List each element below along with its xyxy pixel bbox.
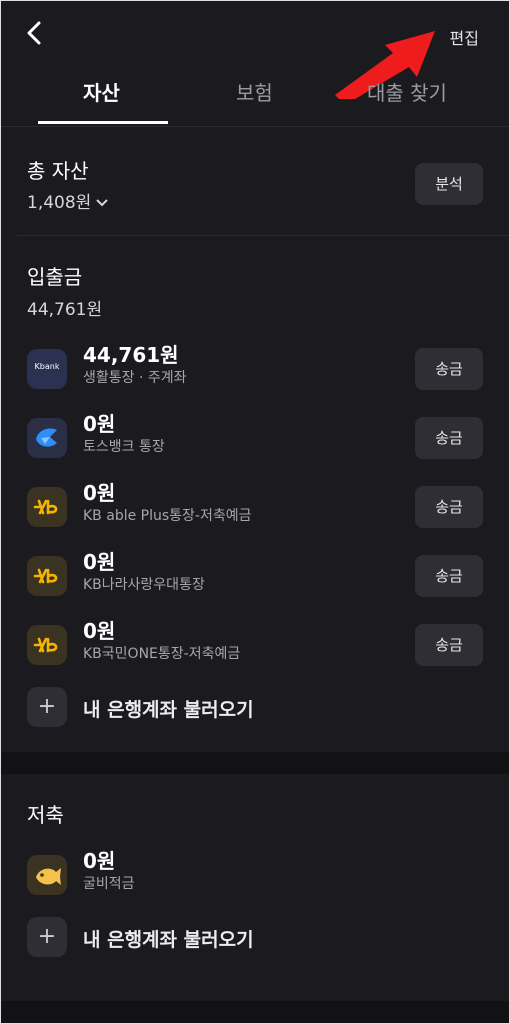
kbank-logo: Kbank xyxy=(27,349,67,389)
back-button[interactable] xyxy=(21,17,49,49)
toss-logo xyxy=(27,418,67,458)
account-amount: 0원 xyxy=(83,550,116,574)
account-row[interactable]: 0원 KB국민ONE통장-저축예금 송금 xyxy=(1,615,509,675)
kb-logo xyxy=(27,625,67,665)
send-button[interactable]: 송금 xyxy=(415,486,483,528)
import-bank-account-button[interactable]: + 내 은행계좌 불러오기 xyxy=(1,685,509,729)
send-button[interactable]: 송금 xyxy=(415,555,483,597)
section-gap xyxy=(1,1001,509,1023)
total-assets-amount[interactable]: 1,408원 xyxy=(27,188,109,213)
deposits-total: 44,761원 xyxy=(27,300,103,320)
app-screen: 편집 자산 보험 대출 찾기 총 자산 1,408원 분석 입출금 44,761… xyxy=(1,1,509,1023)
tabs-divider xyxy=(1,126,509,127)
account-row[interactable]: 0원 토스뱅크 통장 송금 xyxy=(1,408,509,468)
account-amount: 44,761원 xyxy=(83,343,179,367)
kb-star-icon xyxy=(33,637,58,653)
account-amount: 0원 xyxy=(83,619,116,643)
chevron-left-icon xyxy=(27,21,41,45)
account-row[interactable]: 0원 굴비적금 xyxy=(1,845,509,905)
section-gap xyxy=(1,752,509,774)
account-name: 토스뱅크 통장 xyxy=(83,439,165,455)
account-row[interactable]: 0원 KB나라사랑우대통장 송금 xyxy=(1,546,509,606)
edit-button[interactable]: 편집 xyxy=(450,25,479,49)
active-tab-indicator xyxy=(38,121,168,124)
account-name: 굴비적금 xyxy=(83,876,135,892)
total-assets-title: 총 자산 xyxy=(27,159,89,183)
fish-logo xyxy=(27,855,67,895)
account-amount: 0원 xyxy=(83,412,116,436)
send-button[interactable]: 송금 xyxy=(415,348,483,390)
savings-title: 저축 xyxy=(27,803,64,827)
kb-logo xyxy=(27,556,67,596)
account-name: KB able Plus통장-저축예금 xyxy=(83,508,252,524)
total-amount-value: 1,408원 xyxy=(27,193,92,213)
deposits-title: 입출금 xyxy=(27,265,83,289)
account-name: 생활통장 · 주계좌 xyxy=(83,370,187,386)
account-amount: 0원 xyxy=(83,481,116,505)
import-bank-account-label: 내 은행계좌 불러오기 xyxy=(83,929,254,951)
top-bar: 편집 xyxy=(1,1,509,99)
account-row[interactable]: Kbank 44,761원 생활통장 · 주계좌 송금 xyxy=(1,339,509,399)
analysis-button[interactable]: 분석 xyxy=(415,163,483,205)
tab-assets[interactable]: 자산 xyxy=(83,77,120,106)
toss-icon xyxy=(36,428,57,447)
kb-star-icon xyxy=(33,568,58,584)
send-button[interactable]: 송금 xyxy=(415,624,483,666)
import-bank-account-button[interactable]: + 내 은행계좌 불러오기 xyxy=(1,915,509,959)
kb-star-icon xyxy=(33,499,58,515)
kb-logo xyxy=(27,487,67,527)
account-row[interactable]: 0원 KB able Plus통장-저축예금 송금 xyxy=(1,477,509,537)
chevron-down-icon xyxy=(96,199,109,207)
kbank-logo-text: Kbank xyxy=(34,362,60,371)
account-amount: 0원 xyxy=(83,849,116,873)
tab-insurance[interactable]: 보험 xyxy=(236,77,273,106)
plus-icon: + xyxy=(27,917,67,957)
tab-bar: 자산 보험 대출 찾기 xyxy=(1,63,509,125)
account-name: KB국민ONE통장-저축예금 xyxy=(83,646,241,662)
fish-icon xyxy=(36,868,61,885)
import-bank-account-label: 내 은행계좌 불러오기 xyxy=(83,699,254,721)
tab-loan-search[interactable]: 대출 찾기 xyxy=(367,77,447,106)
plus-icon: + xyxy=(27,687,67,727)
send-button[interactable]: 송금 xyxy=(415,417,483,459)
section-divider xyxy=(17,235,509,236)
account-name: KB나라사랑우대통장 xyxy=(83,577,205,593)
